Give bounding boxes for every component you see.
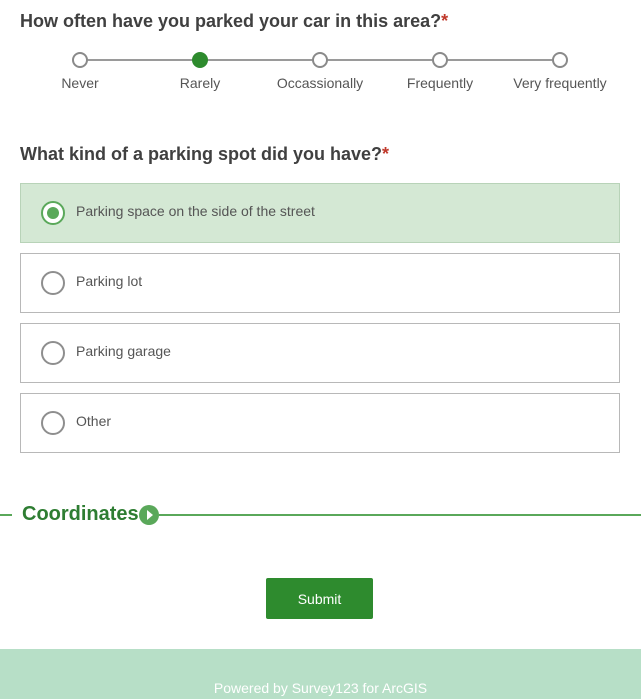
choice-label: Parking lot (76, 273, 143, 289)
likert-option-rarely[interactable]: Rarely (140, 50, 260, 91)
choice-other[interactable]: Other (20, 393, 620, 453)
likert-radio[interactable] (432, 52, 448, 68)
likert-option-very-frequently[interactable]: Very frequently (500, 50, 620, 91)
section-title-coordinates[interactable]: Coordinates (22, 503, 139, 526)
radio-icon[interactable] (41, 271, 65, 295)
likert-radio-selected[interactable] (192, 52, 208, 68)
radio-selected-icon[interactable] (41, 201, 65, 225)
likert-option-occassionally[interactable]: Occassionally (260, 50, 380, 91)
choice-label: Parking space on the side of the street (76, 203, 315, 219)
likert-radio[interactable] (552, 52, 568, 68)
footer: Powered by Survey123 for ArcGIS (0, 649, 641, 699)
choice-label: Parking garage (76, 343, 171, 359)
radio-icon[interactable] (41, 341, 65, 365)
choice-parking-lot[interactable]: Parking lot (20, 253, 620, 313)
likert-label: Never (61, 75, 99, 91)
radio-icon[interactable] (41, 411, 65, 435)
section-divider-left (0, 514, 12, 516)
question-title-text: What kind of a parking spot did you have… (20, 144, 383, 164)
required-marker: * (382, 144, 390, 164)
play-circle-icon[interactable] (139, 505, 159, 525)
submit-button[interactable]: Submit (266, 578, 373, 619)
required-marker: * (441, 11, 449, 31)
footer-powered-by: Powered by Survey123 for ArcGIS (213, 680, 428, 696)
choice-label: Other (76, 413, 112, 429)
question-title-frequency: How often have you parked your car in th… (20, 11, 448, 32)
likert-label: Frequently (406, 75, 474, 91)
question-title-text: How often have you parked your car in th… (20, 11, 442, 31)
section-divider-right (159, 514, 641, 516)
likert-label: Very frequently (513, 75, 607, 91)
choice-parking-garage[interactable]: Parking garage (20, 323, 620, 383)
question-title-parking-spot: What kind of a parking spot did you have… (20, 144, 389, 165)
likert-radio[interactable] (72, 52, 88, 68)
likert-radio[interactable] (312, 52, 328, 68)
likert-label: Occassionally (276, 75, 364, 91)
likert-label: Rarely (179, 75, 221, 91)
likert-option-never[interactable]: Never (20, 50, 140, 91)
choice-street-parking[interactable]: Parking space on the side of the street (20, 183, 620, 243)
frequency-likert-scale: Never Rarely Occassionally Frequently Ve… (20, 50, 620, 100)
likert-option-frequently[interactable]: Frequently (380, 50, 500, 91)
